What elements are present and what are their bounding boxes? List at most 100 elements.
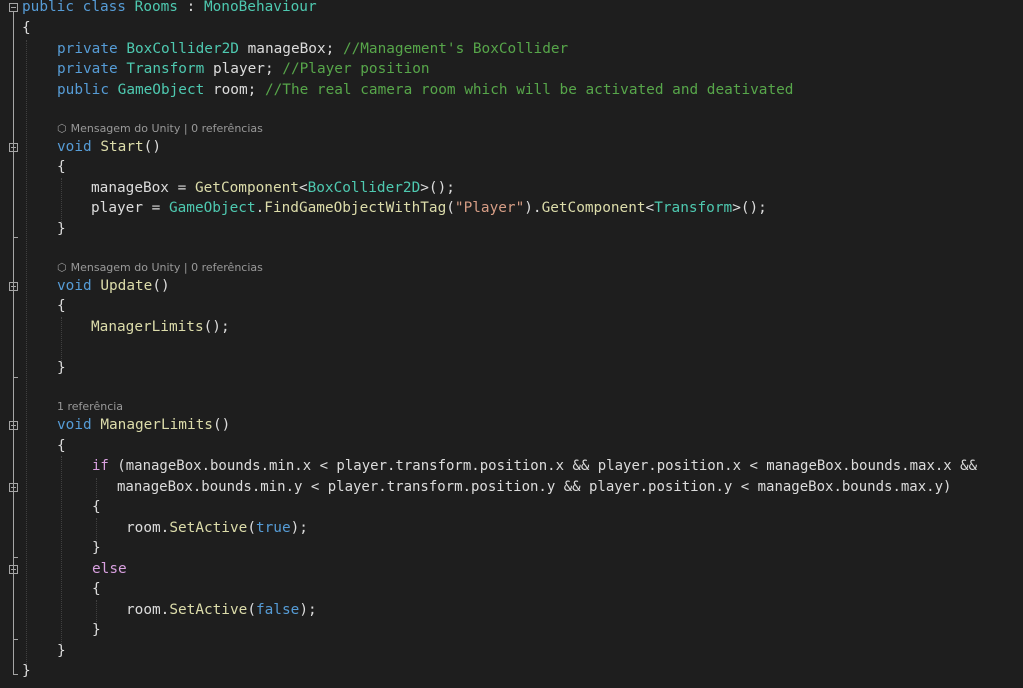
code-line-field-player[interactable]: private Transform player; //Player posit… [57, 59, 430, 79]
code-line-open-brace[interactable]: { [57, 157, 66, 177]
token: < [645, 200, 655, 216]
code-line-field-managebox[interactable]: private BoxCollider2D manageBox; //Manag… [57, 39, 568, 59]
codelens-managerlimits[interactable]: 1 referência [57, 399, 123, 415]
brace: } [57, 643, 66, 659]
code-line-call-managerlimits[interactable]: ManagerLimits(); [91, 317, 230, 337]
codelens-separator: | [180, 261, 192, 274]
indent-guide [26, 40, 27, 670]
codelens-references-link[interactable]: 0 referências [191, 261, 263, 274]
method-name: ManagerLimits [91, 319, 204, 335]
code-line-start-signature[interactable]: void Start() [57, 137, 161, 157]
code-editor[interactable]: public class Rooms : MonoBehaviour { pri… [0, 0, 1023, 688]
keyword: private [57, 61, 118, 77]
method-name: SetActive [169, 520, 248, 536]
class-name: Rooms [134, 0, 178, 15]
code-line-close-brace[interactable]: } [22, 661, 31, 681]
token: room. [126, 520, 170, 536]
brace: } [92, 622, 101, 638]
method-name: GetComponent [194, 180, 299, 196]
type-name: Transform [654, 200, 733, 216]
unity-icon: ⬡ [57, 122, 67, 135]
unity-icon: ⬡ [57, 261, 67, 274]
token: >(); [420, 180, 455, 196]
keyword: class [82, 0, 126, 15]
keyword-control: else [92, 561, 127, 577]
code-line-open-brace[interactable]: { [92, 497, 101, 517]
keyword: private [57, 41, 118, 57]
code-line-open-brace[interactable]: { [92, 579, 101, 599]
code-line-managerlimits-signature[interactable]: void ManagerLimits() [57, 415, 230, 435]
method-name: FindGameObjectWithTag [264, 200, 447, 216]
type-name: MonoBehaviour [203, 0, 317, 15]
code-line-find-player[interactable]: player = GameObject.FindGameObjectWithTa… [91, 198, 767, 218]
code-line-close-brace[interactable]: } [57, 219, 66, 239]
brace: { [57, 159, 66, 175]
type-name: GameObject [117, 82, 205, 98]
code-line-close-brace[interactable]: } [92, 538, 101, 558]
code-line-class-declaration[interactable]: public class Rooms : MonoBehaviour [22, 0, 317, 17]
token: player; [204, 61, 283, 77]
codelens-update[interactable]: ⬡ Mensagem do Unity | 0 referências [57, 260, 263, 276]
token: ( [446, 200, 455, 216]
indent-guide [96, 478, 97, 498]
brace: } [22, 663, 31, 679]
code-line-open-brace[interactable]: { [57, 436, 66, 456]
code-line-close-brace[interactable]: } [57, 358, 66, 378]
method-name: SetActive [169, 602, 248, 618]
brace: } [57, 360, 66, 376]
code-line-setactive-true[interactable]: room.SetActive(true); [126, 518, 308, 538]
token: < [298, 180, 308, 196]
token: . [255, 200, 265, 216]
brace: { [92, 581, 101, 597]
code-line-close-brace[interactable]: } [92, 620, 101, 640]
brace: { [57, 298, 66, 314]
code-line-else[interactable]: else [92, 559, 127, 579]
token: ( [247, 520, 256, 536]
token: () [152, 278, 170, 294]
code-line-update-signature[interactable]: void Update() [57, 276, 170, 296]
fold-range-end [13, 674, 18, 675]
indent-guide [61, 456, 62, 650]
fold-range-end [13, 557, 18, 558]
comment: //The real camera room which will be act… [264, 82, 794, 98]
code-line-if-condition-cont[interactable]: manageBox.bounds.min.y < player.transfor… [117, 477, 951, 497]
brace: { [57, 438, 66, 454]
code-line-field-room[interactable]: public GameObject room; //The real camer… [57, 80, 793, 100]
keyword: public [22, 0, 74, 15]
code-line-close-brace[interactable]: } [57, 641, 66, 661]
code-line-open-brace[interactable]: { [57, 296, 66, 316]
token: manageBox = [91, 180, 195, 196]
keyword-control: if [92, 458, 109, 474]
token: ); [299, 602, 317, 618]
token: ); [290, 520, 308, 536]
token: player = [91, 200, 169, 216]
codelens-separator: | [180, 122, 192, 135]
code-line-setactive-false[interactable]: room.SetActive(false); [126, 600, 317, 620]
keyword: void [57, 417, 92, 433]
fold-range-end [13, 639, 18, 640]
token: : [177, 0, 204, 15]
type-name: BoxCollider2D [307, 180, 421, 196]
comment: //Player position [282, 61, 430, 77]
codelens-start[interactable]: ⬡ Mensagem do Unity | 0 referências [57, 121, 263, 137]
brace: { [22, 20, 31, 36]
code-line-getcomponent-collider[interactable]: manageBox = GetComponent<BoxCollider2D>(… [91, 178, 455, 198]
token: (); [203, 319, 230, 335]
keyword: void [57, 278, 92, 294]
fold-toggle-start[interactable] [9, 143, 18, 152]
code-line-open-brace[interactable]: { [22, 18, 31, 38]
type-name: GameObject [168, 200, 256, 216]
codelens-references-link[interactable]: 0 referências [191, 122, 263, 135]
codelens-references-link[interactable]: 1 referência [57, 400, 123, 413]
token: >(); [732, 200, 767, 216]
token: room; [204, 82, 265, 98]
fold-toggle-update[interactable] [9, 282, 18, 291]
fold-toggle-managerlimits[interactable] [9, 421, 18, 430]
fold-toggle-if[interactable] [9, 483, 18, 492]
method-name: ManagerLimits [100, 417, 213, 433]
fold-toggle-else[interactable] [9, 565, 18, 574]
code-line-if-condition[interactable]: if (manageBox.bounds.min.x < player.tran… [92, 456, 977, 476]
comment: //Management's BoxCollider [342, 41, 569, 57]
fold-toggle-class[interactable] [9, 3, 18, 12]
token: room. [126, 602, 170, 618]
